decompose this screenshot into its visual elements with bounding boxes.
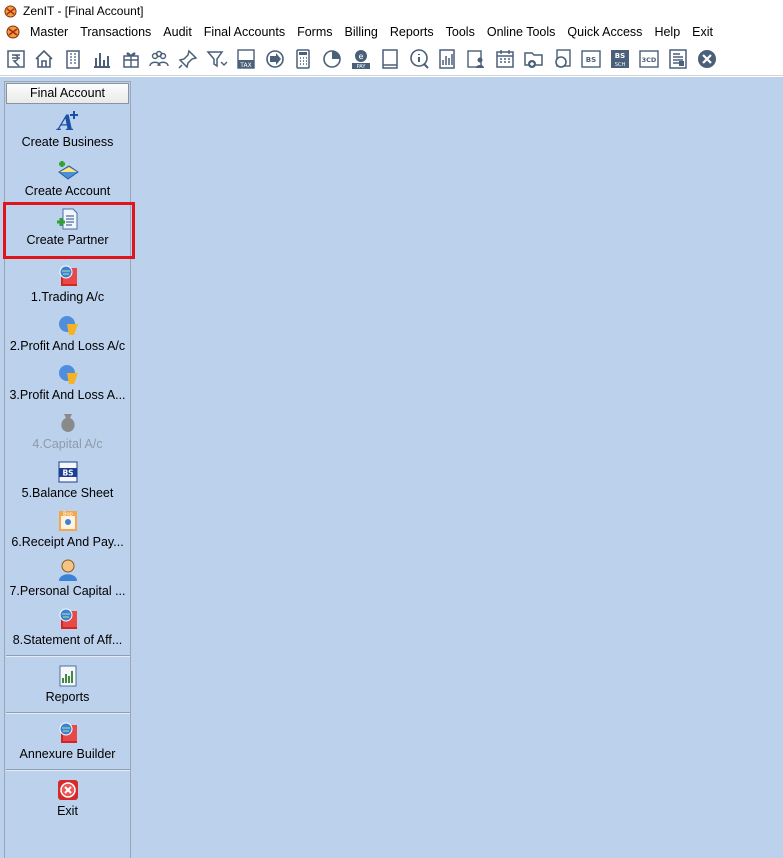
sidebar-item-label: 7.Personal Capital ... xyxy=(9,584,126,598)
3cd-label: 3CD xyxy=(642,56,657,64)
final-account-sidebar: Final Account A Create Business Create A… xyxy=(4,81,131,858)
sidebar-item-personal-capital[interactable]: 7.Personal Capital ... xyxy=(5,558,130,599)
calendar-icon[interactable] xyxy=(493,47,518,72)
filter-icon[interactable] xyxy=(205,47,230,72)
menu-final-accounts[interactable]: Final Accounts xyxy=(198,22,291,42)
folder-add-icon[interactable] xyxy=(521,47,546,72)
sidebar-item-label: 6.Receipt And Pay... xyxy=(11,535,124,549)
sidebar-divider xyxy=(6,769,130,771)
annexure-icon xyxy=(59,722,77,743)
sidebar-item-exit[interactable]: Exit xyxy=(5,778,130,819)
bs-sch-label: SCH xyxy=(615,62,626,68)
reports-icon xyxy=(59,665,76,687)
epay-icon[interactable]: e PAY xyxy=(349,47,374,72)
sidebar-item-label: Reports xyxy=(45,690,90,704)
profit-loss-icon xyxy=(58,316,78,335)
building-icon[interactable] xyxy=(61,47,86,72)
sidebar-item-label: 8.Statement of Aff... xyxy=(12,633,123,647)
user-doc-icon[interactable] xyxy=(464,47,489,72)
sidebar-item-label: 3.Profit And Loss A... xyxy=(9,388,126,402)
sidebar-item-label: Annexure Builder xyxy=(19,747,116,761)
3cd-icon[interactable]: 3CD xyxy=(637,47,662,72)
tax-icon[interactable]: TAX xyxy=(233,47,258,72)
title-bar: ZenIT - [Final Account] xyxy=(0,0,783,22)
report-icon[interactable] xyxy=(435,47,460,72)
menu-reports[interactable]: Reports xyxy=(384,22,440,42)
balance-badge: BS xyxy=(62,469,73,478)
window-title: ZenIT - [Final Account] xyxy=(23,4,144,18)
toolbar: TAX e PAY BS BS SCH 3CD xyxy=(0,43,783,76)
bs-icon[interactable]: BS xyxy=(579,47,604,72)
sidebar-item-reports[interactable]: Reports xyxy=(5,664,130,705)
bs-sch-icon[interactable]: BS SCH xyxy=(608,47,633,72)
menu-forms[interactable]: Forms xyxy=(291,22,338,42)
svg-text:e: e xyxy=(359,52,364,61)
create-business-icon: A xyxy=(56,110,78,133)
calculator-icon[interactable] xyxy=(291,47,316,72)
sidebar-item-profit-loss-1[interactable]: 2.Profit And Loss A/c xyxy=(5,313,130,354)
sidebar-item-receipt-payment[interactable]: Bop 6.Receipt And Pay... xyxy=(5,509,130,550)
sidebar-divider xyxy=(6,712,130,714)
exit-icon xyxy=(57,780,78,800)
menu-master[interactable]: Master xyxy=(24,22,74,42)
sidebar-item-label: 1.Trading A/c xyxy=(30,290,105,304)
menu-quick-access[interactable]: Quick Access xyxy=(561,22,648,42)
pay-label: PAY xyxy=(357,64,367,70)
menu-billing[interactable]: Billing xyxy=(339,22,384,42)
menu-audit[interactable]: Audit xyxy=(157,22,198,42)
sidebar-item-label: 5.Balance Sheet xyxy=(21,486,114,500)
sidebar-item-label: Exit xyxy=(57,804,78,818)
highlight-create-partner xyxy=(3,202,135,259)
sidebar-item-balance-sheet[interactable]: BS 5.Balance Sheet xyxy=(5,460,130,501)
tax-label: TAX xyxy=(239,62,251,69)
zenit-menu-icon[interactable] xyxy=(6,25,20,39)
personal-capital-icon xyxy=(58,559,77,581)
document-icon[interactable] xyxy=(665,47,690,72)
receipt-icon: Bop xyxy=(58,511,77,531)
bar-chart-icon[interactable] xyxy=(89,47,114,72)
sidebar-item-capital[interactable]: 4.Capital A/c xyxy=(5,411,130,452)
menu-transactions[interactable]: Transactions xyxy=(74,22,157,42)
menu-exit[interactable]: Exit xyxy=(686,22,719,42)
sidebar-item-label: Create Business xyxy=(21,135,114,149)
sidebar-item-statement-affairs[interactable]: 8.Statement of Aff... xyxy=(5,607,130,648)
close-circle-icon[interactable] xyxy=(694,47,719,72)
sidebar-item-label: 2.Profit And Loss A/c xyxy=(9,339,126,353)
users-icon[interactable] xyxy=(147,47,172,72)
sidebar-header: Final Account xyxy=(6,83,129,104)
zenit-logo-icon xyxy=(4,4,17,18)
sidebar-item-create-account[interactable]: Create Account xyxy=(5,158,130,199)
statement-icon xyxy=(59,608,77,629)
pin-icon[interactable] xyxy=(176,47,201,72)
balance-sheet-icon: BS xyxy=(58,461,77,483)
sidebar-item-label: 4.Capital A/c xyxy=(32,437,103,451)
profit-loss-icon xyxy=(58,365,78,384)
home-icon[interactable] xyxy=(32,47,57,72)
bs-sch-bs-label: BS xyxy=(615,52,625,60)
sidebar-item-profit-loss-2[interactable]: 3.Profit And Loss A... xyxy=(5,362,130,403)
gift-icon[interactable] xyxy=(118,47,143,72)
book-icon[interactable] xyxy=(377,47,402,72)
sidebar-item-trading[interactable]: 1.Trading A/c xyxy=(5,264,130,305)
trading-icon xyxy=(59,265,77,286)
bs-label: BS xyxy=(586,56,596,64)
arrow-circle-icon[interactable] xyxy=(262,47,287,72)
create-account-icon xyxy=(57,161,79,180)
menu-bar: Master Transactions Audit Final Accounts… xyxy=(0,22,783,42)
rupee-icon[interactable] xyxy=(3,47,28,72)
pie-icon[interactable] xyxy=(320,47,345,72)
sidebar-divider xyxy=(6,655,130,657)
capital-icon xyxy=(60,414,75,432)
menu-online-tools[interactable]: Online Tools xyxy=(481,22,562,42)
receipt-badge: Bop xyxy=(63,512,73,518)
sidebar-item-create-business[interactable]: A Create Business xyxy=(5,109,130,150)
svg-text:A: A xyxy=(56,110,74,133)
sidebar-item-label: Create Account xyxy=(24,184,111,198)
menu-tools[interactable]: Tools xyxy=(440,22,481,42)
menu-help[interactable]: Help xyxy=(648,22,686,42)
refresh-icon[interactable] xyxy=(550,47,575,72)
sidebar-item-annexure-builder[interactable]: Annexure Builder xyxy=(5,721,130,762)
info-icon[interactable] xyxy=(406,47,431,72)
